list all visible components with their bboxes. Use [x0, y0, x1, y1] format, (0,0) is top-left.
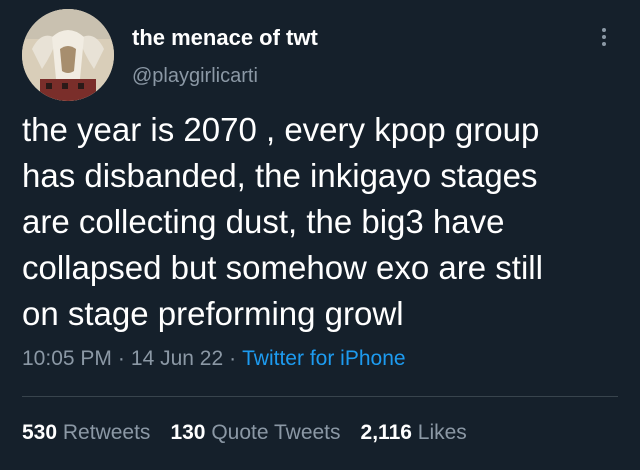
retweets-count: 530: [22, 421, 58, 444]
tweet-text: the year is 2070 , every kpop group has …: [22, 107, 622, 337]
tweet-text-line: has disbanded, the inkigayo stages: [22, 157, 538, 194]
retweets-stat[interactable]: 530 Retweets: [22, 418, 150, 448]
tweet-text-line: are collecting dust, the big3 have: [22, 203, 505, 240]
display-name[interactable]: the menace of twt: [132, 24, 318, 52]
likes-count: 2,116: [360, 421, 412, 444]
tweet-text-line: on stage preforming growl: [22, 295, 404, 332]
tweet-card: the menace of twt @playgirlicarti the ye…: [0, 0, 640, 470]
tweet-source-link[interactable]: Twitter for iPhone: [242, 347, 405, 370]
likes-label: Likes: [417, 421, 467, 444]
quote-tweets-stat[interactable]: 130 Quote Tweets: [170, 418, 340, 448]
tweet-text-line: the year is 2070 , every kpop group: [22, 111, 540, 148]
meta-separator: ·: [229, 347, 237, 370]
likes-stat[interactable]: 2,116 Likes: [361, 418, 467, 448]
tweet-meta: 10:05 PM · 14 Jun 22 · Twitter for iPhone: [22, 344, 406, 374]
more-options-icon[interactable]: [594, 25, 614, 55]
tweet-stats: 530 Retweets 130 Quote Tweets 2,116 Like…: [22, 418, 467, 448]
meta-separator: ·: [117, 347, 125, 370]
quote-tweets-count: 130: [170, 421, 206, 444]
tweet-date[interactable]: 14 Jun 22: [131, 347, 223, 370]
tweet-time[interactable]: 10:05 PM: [22, 347, 112, 370]
quote-tweets-label: Quote Tweets: [211, 421, 341, 444]
avatar[interactable]: [22, 9, 114, 101]
user-handle[interactable]: @playgirlicarti: [132, 63, 258, 89]
divider: [22, 396, 618, 397]
tweet-text-line: collapsed but somehow exo are still: [22, 249, 543, 286]
avatar-image: [22, 9, 114, 101]
retweets-label: Retweets: [62, 421, 151, 444]
